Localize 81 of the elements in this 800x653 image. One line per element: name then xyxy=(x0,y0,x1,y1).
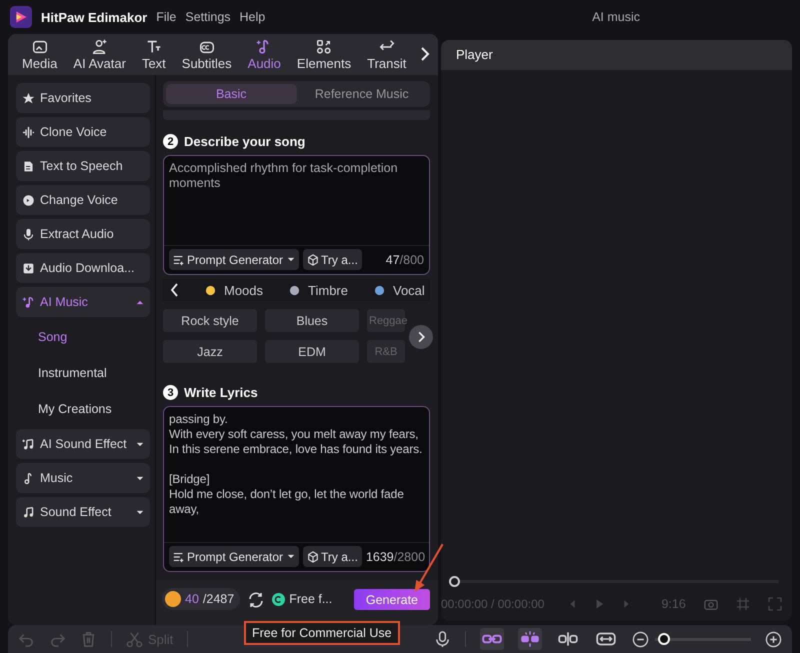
zoom-handle[interactable] xyxy=(658,633,670,645)
list-icon xyxy=(173,550,185,562)
lyrics-box[interactable]: passing by. With every soft caress, you melt away my fears, In this serene embrace, love has found its years. [Bridge] Hold me close, don’t let go, let the world fade away, Prompt Generator Try a... 1639/2800 xyxy=(163,406,430,572)
character-count: 1639/2800 xyxy=(366,550,426,564)
app-name: HitPaw Edimakor xyxy=(41,10,148,24)
character-count: 47/800 xyxy=(386,252,424,266)
link-icon[interactable] xyxy=(480,628,504,650)
image-icon xyxy=(30,38,49,56)
step-number: 2 xyxy=(163,134,178,149)
player-title: Player xyxy=(441,40,792,70)
category-tab[interactable]: Moods xyxy=(205,282,264,298)
sidebar-item[interactable]: Music xyxy=(16,463,150,493)
copyright-icon xyxy=(272,592,286,606)
sidebar-item[interactable]: Sound Effect xyxy=(16,497,150,527)
category-tab[interactable]: Timbre xyxy=(289,282,348,298)
sidebar-subitem[interactable]: Instrumental xyxy=(16,357,150,389)
mode-tab[interactable]: Reference Music xyxy=(296,84,427,104)
shapes-icon xyxy=(315,38,333,56)
microphone-icon[interactable] xyxy=(434,630,451,648)
sidebar-subitem[interactable]: Song xyxy=(16,321,150,353)
timecode: 00:00:00 / 00:00:00 xyxy=(441,597,544,611)
media-tab[interactable]: Transit xyxy=(359,38,414,71)
sidebar-item[interactable]: Extract Audio xyxy=(16,219,150,249)
caret-icon xyxy=(287,554,296,559)
sidebar-item[interactable]: Change Voice xyxy=(16,185,150,215)
scissors-icon xyxy=(126,630,143,648)
sidebar-item[interactable]: Text to Speech xyxy=(16,151,150,181)
style-tag[interactable]: EDM xyxy=(265,340,359,363)
section-title: Write Lyrics xyxy=(184,385,258,400)
style-tag[interactable]: Jazz xyxy=(163,340,257,363)
style-tag[interactable]: Rock style xyxy=(163,309,257,332)
try-button[interactable]: Try a... xyxy=(303,249,362,270)
star-icon xyxy=(22,92,35,104)
license-label[interactable]: Free f... xyxy=(272,592,332,606)
microphone-icon xyxy=(22,228,35,240)
mode-tab[interactable]: Basic xyxy=(166,84,296,104)
cube-icon xyxy=(307,550,320,562)
app-logo-icon xyxy=(10,6,32,28)
sidebar-subitem[interactable]: My Creations xyxy=(16,393,150,425)
document-icon xyxy=(22,160,35,172)
list-icon xyxy=(173,254,185,266)
merge-icon[interactable] xyxy=(518,628,542,650)
media-tab[interactable]: Subtitles xyxy=(174,38,240,71)
zoom-in-icon[interactable] xyxy=(765,630,782,648)
media-tab[interactable]: Elements xyxy=(288,38,360,71)
menu-item[interactable]: Settings xyxy=(185,10,231,24)
music-note-icon xyxy=(22,506,35,518)
sidebar-item[interactable]: AI Music xyxy=(16,287,150,317)
media-tab[interactable]: Text xyxy=(134,38,174,71)
credits-pill: 40 /2487 xyxy=(162,588,240,610)
caret-icon xyxy=(287,257,296,262)
media-tab[interactable]: AI Avatar xyxy=(65,38,134,71)
generate-button[interactable]: Generate xyxy=(354,589,430,610)
playhead-handle[interactable] xyxy=(449,576,460,587)
media-tab[interactable]: Media xyxy=(14,38,66,71)
category-tab[interactable]: Vocal xyxy=(374,282,425,298)
menu-item[interactable]: File xyxy=(156,10,176,24)
step-number: 3 xyxy=(163,385,178,400)
person-plus-icon xyxy=(90,38,109,56)
prompt-generator-button[interactable]: Prompt Generator xyxy=(169,546,300,567)
coin-icon xyxy=(165,591,181,607)
sidebar-item[interactable]: AI Sound Effect xyxy=(16,429,150,459)
sidebar-item[interactable]: Favorites xyxy=(16,83,150,113)
media-tab[interactable]: Audio xyxy=(240,38,289,71)
music-note-icon xyxy=(22,296,35,308)
prompt-box[interactable]: Accomplished rhythm for task-completion moments Prompt Generator Try a... 47/800 xyxy=(163,155,430,275)
zoom-out-icon[interactable] xyxy=(632,630,649,648)
style-tag[interactable]: Blues xyxy=(265,309,359,332)
sidebar-item[interactable]: Audio Downloa... xyxy=(16,253,150,283)
music-note-icon xyxy=(22,438,35,450)
sidebar-item[interactable]: Clone Voice xyxy=(16,117,150,147)
try-button[interactable]: Try a... xyxy=(303,546,362,567)
section-title: Describe your song xyxy=(184,134,306,149)
refresh-icon[interactable] xyxy=(247,591,266,609)
tooltip: Free for Commercial Use xyxy=(244,621,400,645)
prompt-generator-button[interactable]: Prompt Generator xyxy=(169,249,300,270)
menu-item[interactable]: Help xyxy=(240,10,266,24)
window-title: AI music xyxy=(592,10,640,24)
waveform-icon xyxy=(22,126,35,138)
cube-icon xyxy=(307,254,320,266)
download-icon xyxy=(22,262,35,274)
